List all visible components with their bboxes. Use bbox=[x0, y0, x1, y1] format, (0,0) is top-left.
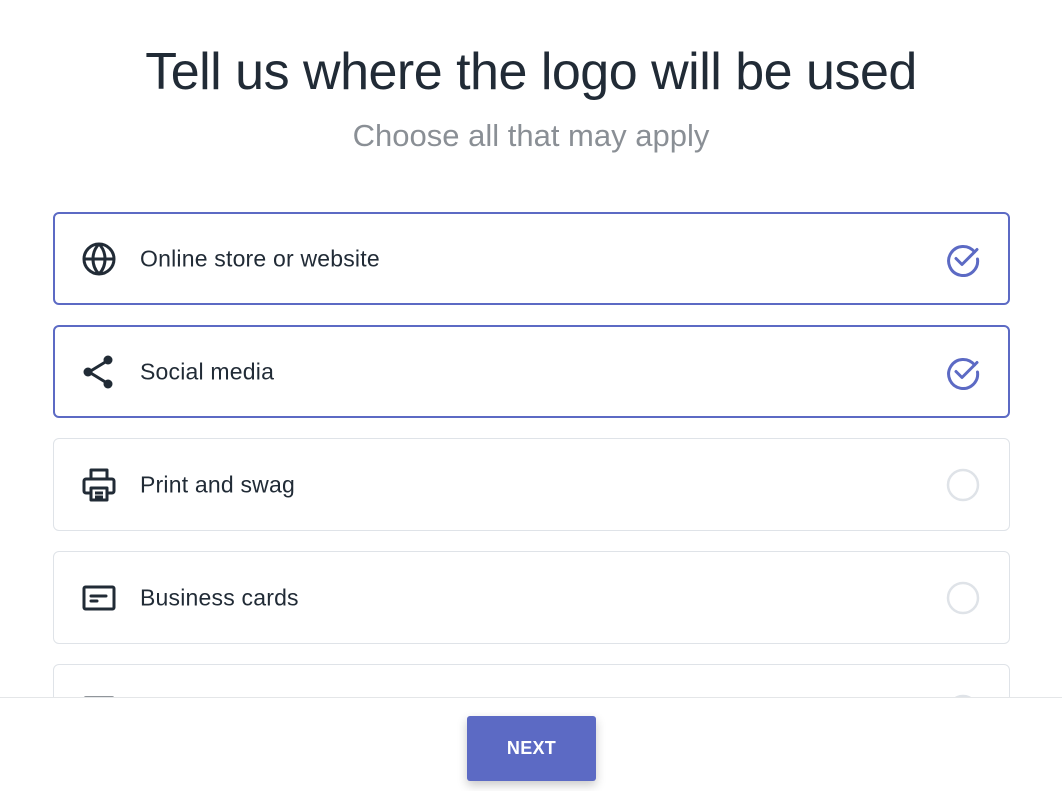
option-label: Print and swag bbox=[140, 471, 295, 497]
option-business-cards[interactable]: Business cards bbox=[53, 551, 1010, 644]
next-button[interactable]: NEXT bbox=[467, 716, 596, 781]
page-subtitle: Choose all that may apply bbox=[352, 118, 710, 153]
option-print-and-swag[interactable]: Print and swag bbox=[53, 438, 1010, 531]
business-card-icon bbox=[81, 580, 117, 616]
printer-icon bbox=[81, 467, 117, 503]
option-label: Business cards bbox=[140, 584, 299, 610]
option-online-store[interactable]: Online store or website bbox=[53, 212, 1010, 305]
option-label: Online store or website bbox=[140, 245, 380, 271]
usage-options-list: Online store or website Social media Pri… bbox=[53, 212, 1010, 777]
checkmark-circle-icon bbox=[945, 241, 981, 277]
share-icon bbox=[81, 354, 117, 390]
globe-icon bbox=[81, 241, 117, 277]
page-title: Tell us where the logo will be used bbox=[145, 43, 917, 101]
footer-bar: NEXT bbox=[0, 697, 1062, 791]
checkmark-circle-icon bbox=[945, 354, 981, 390]
empty-radio-icon bbox=[945, 580, 981, 616]
option-label: Social media bbox=[140, 358, 275, 384]
logo-usage-page: Tell us where the logo will be used Choo… bbox=[0, 0, 1062, 791]
empty-radio-icon bbox=[945, 467, 981, 503]
option-social-media[interactable]: Social media bbox=[53, 325, 1010, 418]
